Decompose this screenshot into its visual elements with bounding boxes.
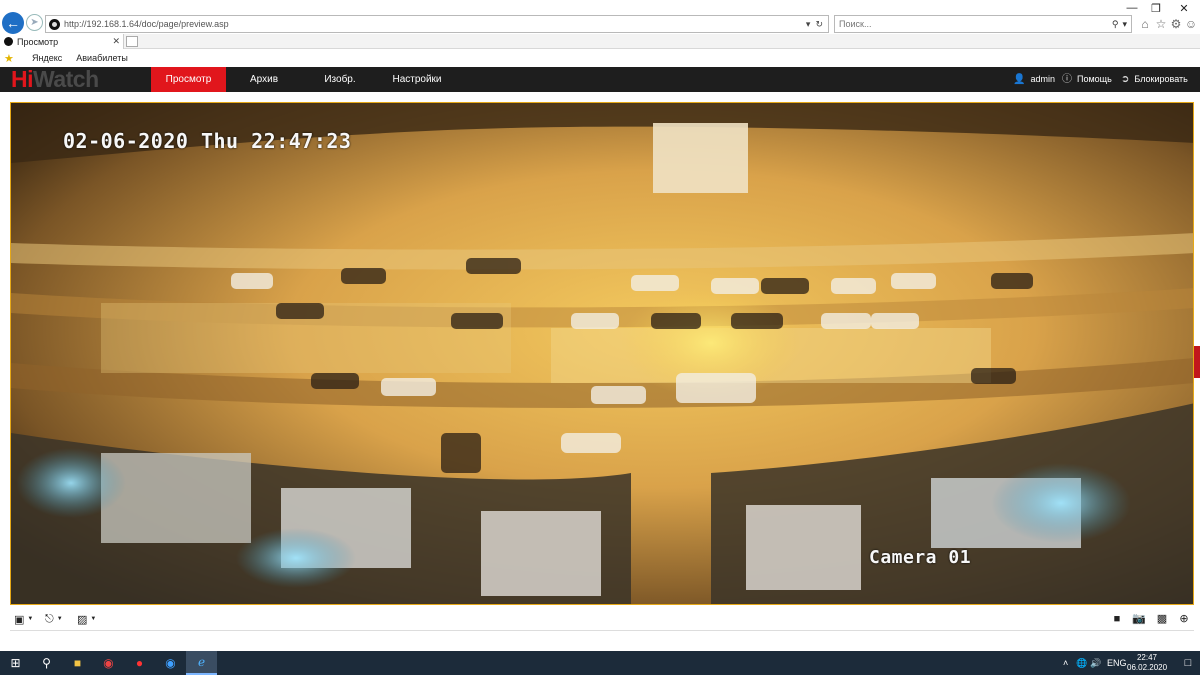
- layout-icon: ▣: [14, 613, 25, 626]
- volume-icon[interactable]: 🔊: [1090, 651, 1101, 675]
- close-tab-icon[interactable]: ✕: [112, 36, 120, 47]
- user-name: admin: [1030, 74, 1055, 84]
- url-text: http://192.168.1.64/doc/page/preview.asp: [64, 19, 229, 29]
- chrome-icon: ◉: [103, 656, 114, 670]
- plugin-icon: ▨: [77, 613, 88, 626]
- minimize-button[interactable]: —: [1120, 2, 1144, 14]
- search-input[interactable]: [839, 19, 1112, 29]
- notifications-icon[interactable]: □: [1181, 651, 1195, 675]
- stream-icon: ⎋: [45, 612, 54, 625]
- restore-button[interactable]: ❐: [1144, 2, 1168, 15]
- lock-link[interactable]: ➲ Блокировать: [1121, 67, 1188, 92]
- search-taskbar-button[interactable]: ⚲: [31, 651, 62, 675]
- search-field[interactable]: ⚲ ▾: [834, 15, 1132, 33]
- clock-time: 22:47: [1136, 653, 1158, 662]
- clock-date: 06.02.2020: [1127, 663, 1168, 672]
- favorite-aviabilety[interactable]: Авиабилеты: [76, 53, 128, 63]
- favorites-star-icon[interactable]: ☆: [1154, 17, 1168, 31]
- clock[interactable]: 22:47 06.02.2020: [1127, 653, 1167, 677]
- arrow-left-icon: ←: [6, 15, 20, 31]
- tab-favicon: [4, 37, 13, 46]
- caret-down-icon: ▼: [56, 616, 63, 622]
- search-icon[interactable]: ⚲: [1112, 19, 1119, 30]
- tab-title: Просмотр: [17, 36, 59, 47]
- gear-icon[interactable]: ⚙: [1169, 17, 1183, 31]
- arrow-right-icon: ➤: [30, 17, 39, 28]
- user-menu[interactable]: 👤 admin: [1013, 67, 1055, 92]
- logout-icon: ➲: [1121, 74, 1130, 85]
- stream-type-button[interactable]: ⎋ ▼: [45, 612, 63, 626]
- yandex-icon: ●: [135, 656, 144, 670]
- help-link[interactable]: ⓘ Помощь: [1062, 67, 1112, 92]
- language-indicator[interactable]: ENG: [1107, 651, 1127, 675]
- browser-address-bar: ← ➤ http://192.168.1.64/doc/page/preview…: [0, 0, 1200, 34]
- close-window-button[interactable]: ✕: [1172, 2, 1196, 15]
- caret-down-icon: ▼: [27, 616, 34, 622]
- side-panel-toggle[interactable]: [1194, 346, 1200, 378]
- osd-camera-name: Camera 01: [869, 547, 972, 568]
- tray-chevron-icon[interactable]: ˄: [1063, 651, 1068, 675]
- user-icon: 👤: [1013, 74, 1026, 85]
- camera-feed-image: [11, 103, 1193, 604]
- folder-icon: ■: [73, 656, 82, 670]
- network-icon[interactable]: 🌐: [1076, 651, 1087, 675]
- help-label: Помощь: [1077, 74, 1112, 84]
- app-header: HiWatch Просмотр Архив Изобр. Настройки …: [0, 67, 1200, 92]
- search-icon: ⚲: [42, 656, 51, 670]
- smiley-icon[interactable]: ☺: [1184, 17, 1198, 31]
- windows-taskbar: ⊞ ⚲ ■ ◉ ● ◉ ℯ ˄ 🌐 🔊 ENG 22:47 06.02.2020…: [0, 651, 1200, 675]
- menu-preview[interactable]: Просмотр: [151, 67, 226, 92]
- video-toolbar: ▣ ▼ ⎋ ▼ ▨ ▼ ■ 📷 ▩ ⊕: [10, 607, 1194, 631]
- start-button[interactable]: ⊞: [0, 651, 31, 675]
- explorer-button[interactable]: ■: [62, 651, 93, 675]
- osd-timestamp: 02-06-2020 Thu 22:47:23: [63, 129, 352, 153]
- back-button[interactable]: ←: [2, 12, 24, 34]
- tab-preview[interactable]: Просмотр ✕: [0, 34, 124, 49]
- ie-icon: ℯ: [197, 655, 206, 669]
- ie-button[interactable]: ℯ: [186, 651, 217, 675]
- messenger-icon: ◉: [165, 656, 176, 670]
- menu-archive[interactable]: Архив: [232, 67, 296, 92]
- stop-icon[interactable]: ■: [1110, 612, 1124, 626]
- home-icon[interactable]: ⌂: [1138, 17, 1152, 31]
- zoom-icon[interactable]: ⊕: [1177, 612, 1191, 626]
- caret-down-icon: ▼: [90, 616, 97, 622]
- favorites-bar: ★ Яндекс Авиабилеты: [0, 50, 1200, 66]
- chrome-button[interactable]: ◉: [93, 651, 124, 675]
- favorite-yandex[interactable]: Яндекс: [32, 53, 62, 63]
- url-dropdown-icon[interactable]: ▾: [806, 19, 811, 30]
- hiwatch-logo: HiWatch: [11, 66, 99, 92]
- camera-snapshot-icon[interactable]: 📷: [1132, 612, 1146, 626]
- record-icon[interactable]: ▩: [1155, 612, 1169, 626]
- messenger-button[interactable]: ◉: [155, 651, 186, 675]
- refresh-icon[interactable]: ↻: [815, 19, 823, 30]
- window-layout-button[interactable]: ▣ ▼: [14, 612, 33, 626]
- forward-button[interactable]: ➤: [26, 14, 43, 31]
- live-video-view[interactable]: 02-06-2020 Thu 22:47:23 Camera 01: [10, 102, 1194, 605]
- menu-settings[interactable]: Настройки: [385, 67, 449, 92]
- windows-logo-icon: ⊞: [10, 656, 21, 670]
- lock-label: Блокировать: [1134, 74, 1188, 84]
- plugin-button[interactable]: ▨ ▼: [77, 612, 96, 626]
- menu-image[interactable]: Изобр.: [311, 67, 369, 92]
- new-tab-button[interactable]: [126, 36, 138, 47]
- search-dropdown-icon[interactable]: ▾: [1122, 19, 1127, 30]
- info-icon: ⓘ: [1062, 74, 1072, 85]
- site-favicon: [49, 18, 60, 30]
- yandex-button[interactable]: ●: [124, 651, 155, 675]
- tab-bar: Просмотр ✕: [0, 34, 1200, 49]
- favorites-add-icon[interactable]: ★: [4, 52, 18, 65]
- url-field[interactable]: http://192.168.1.64/doc/page/preview.asp…: [45, 15, 829, 33]
